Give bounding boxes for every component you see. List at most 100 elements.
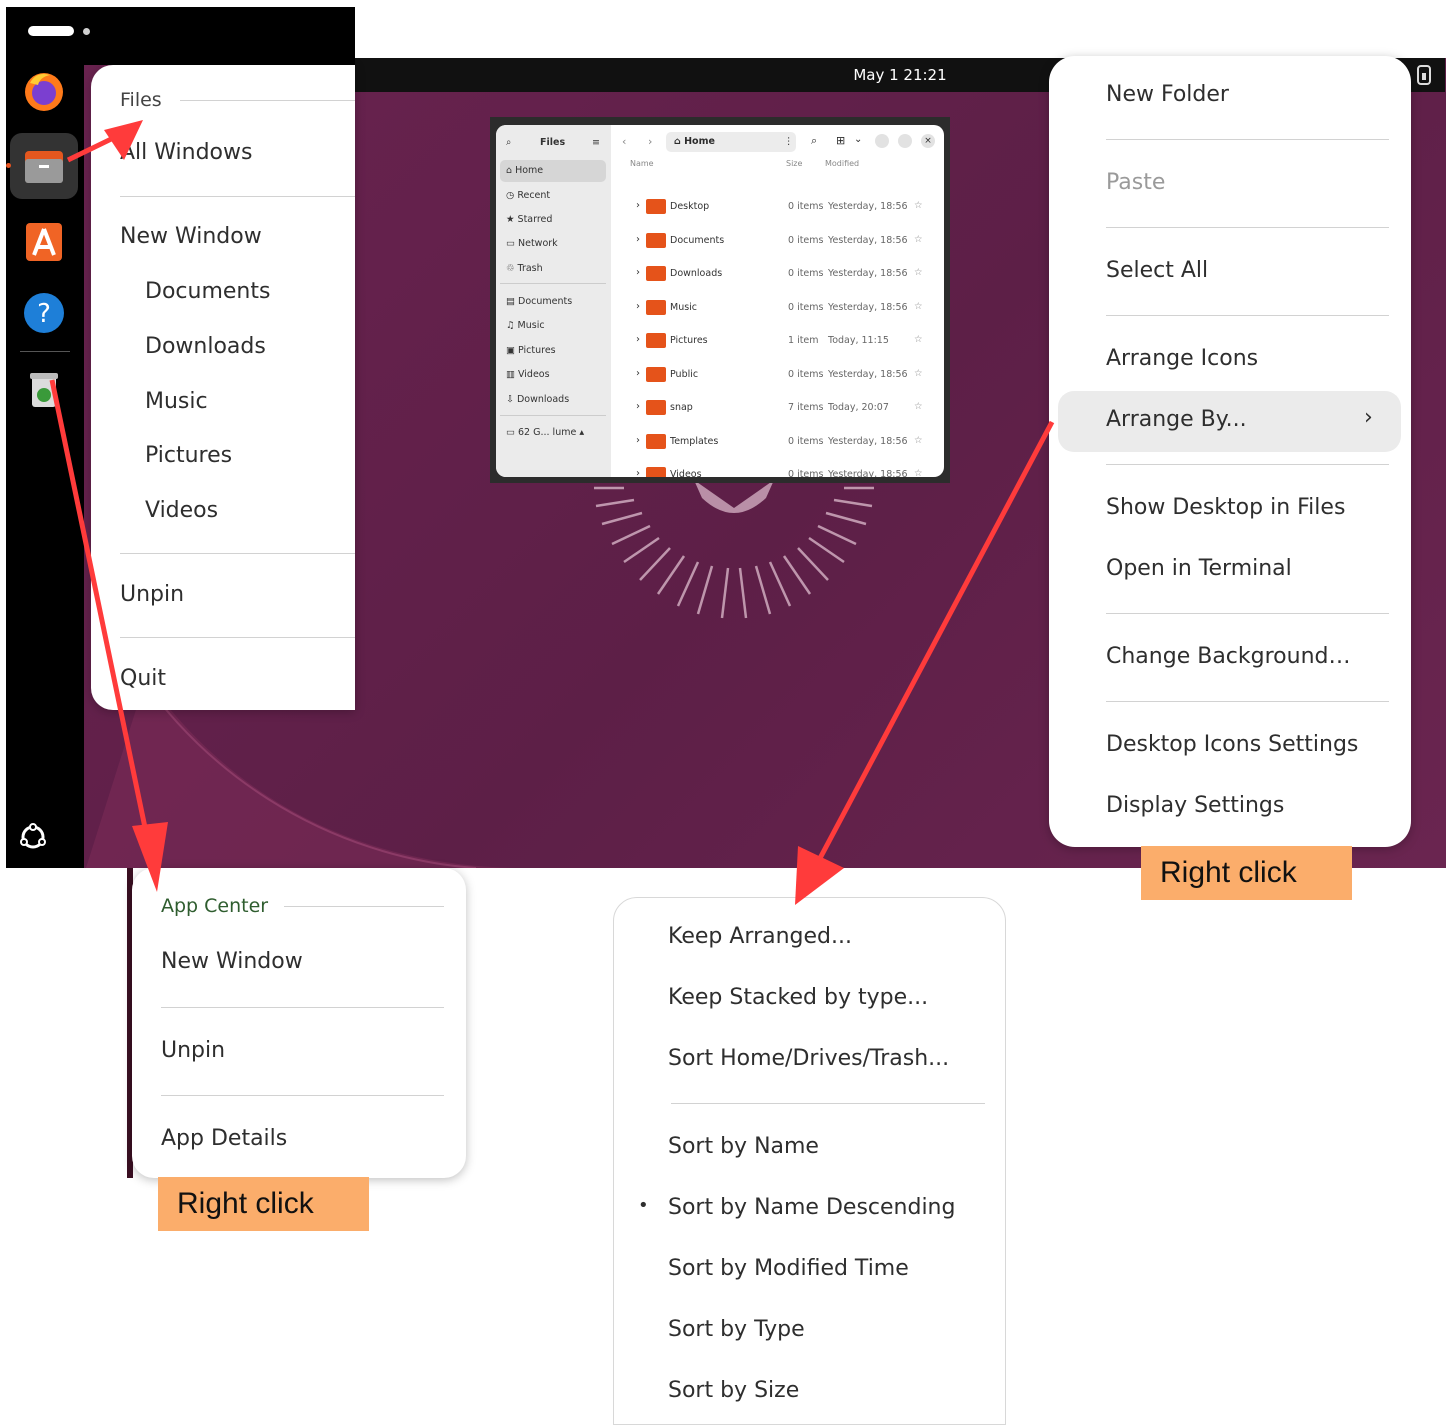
back-button[interactable]: ‹ [622,135,626,148]
star-icon[interactable]: ☆ [914,401,923,412]
sort-by-name-descending-item[interactable]: Sort by Name Descending [668,1195,955,1220]
star-icon[interactable]: ☆ [914,368,923,379]
column-name[interactable]: Name [630,159,654,168]
column-modified[interactable]: Modified [825,159,859,168]
sort-by-name-item[interactable]: Sort by Name [668,1134,819,1159]
menu-separator [120,637,355,638]
place-videos-item[interactable]: Videos [145,498,218,523]
sidebar-search-icon[interactable]: ⌕ [506,137,511,148]
sort-by-modified-time-item[interactable]: Sort by Modified Time [668,1256,909,1281]
files-icon[interactable] [22,145,66,189]
star-icon[interactable]: ☆ [914,468,923,477]
file-size: 1 item [788,335,819,346]
select-all-item[interactable]: Select All [1106,258,1208,283]
file-row[interactable]: › snap 7 items Today, 20:07 ☆ [636,398,926,418]
sidebar-item-music[interactable]: ♫ Music [506,320,545,331]
file-row[interactable]: › Documents 0 items Yesterday, 18:56 ☆ [636,231,926,251]
expand-chevron-icon[interactable]: › [636,368,640,379]
expand-chevron-icon[interactable]: › [636,267,640,278]
view-grid-icon[interactable]: ⊞ [836,134,845,147]
quit-item[interactable]: Quit [120,666,166,691]
expand-chevron-icon[interactable]: › [636,334,640,345]
file-name: Documents [670,234,725,246]
sidebar-item-home[interactable]: ⌂ Home [506,165,543,176]
menu-separator [1106,139,1389,140]
sort-by-type-item[interactable]: Sort by Type [668,1317,805,1342]
expand-chevron-icon[interactable]: › [636,200,640,211]
place-pictures-item[interactable]: Pictures [145,443,232,468]
star-icon[interactable]: ☆ [914,234,923,245]
paste-item[interactable]: Paste [1106,170,1165,195]
new-window-item[interactable]: New Window [161,949,303,974]
file-row[interactable]: › Templates 0 items Yesterday, 18:56 ☆ [636,432,926,452]
sort-by-size-item[interactable]: Sort by Size [668,1378,799,1403]
sidebar-item-pictures[interactable]: ▣ Pictures [506,345,556,356]
display-settings-item[interactable]: Display Settings [1106,793,1284,818]
column-size[interactable]: Size [786,159,802,168]
sidebar-item-recent[interactable]: ◷ Recent [506,190,550,201]
app-details-item[interactable]: App Details [161,1126,287,1151]
firefox-icon[interactable] [22,69,66,113]
desktop-icons-settings-item[interactable]: Desktop Icons Settings [1106,732,1358,757]
change-background-item[interactable]: Change Background… [1106,644,1350,669]
open-in-terminal-item[interactable]: Open in Terminal [1106,556,1292,581]
trash-icon[interactable] [22,367,66,411]
sidebar-item-downloads[interactable]: ⇩ Downloads [506,394,569,405]
expand-chevron-icon[interactable]: › [636,234,640,245]
unpin-item[interactable]: Unpin [120,582,184,607]
sidebar-item-starred[interactable]: ★ Starred [506,214,552,225]
sidebar-item-volume[interactable]: ▭ 62 G... lume ▴ [506,427,584,438]
file-row[interactable]: › Desktop 0 items Yesterday, 18:56 ☆ [636,197,926,217]
file-row[interactable]: › Downloads 0 items Yesterday, 18:56 ☆ [636,264,926,284]
sidebar-item-videos[interactable]: ▥ Videos [506,369,550,380]
file-row[interactable]: › Videos 0 items Yesterday, 18:56 ☆ [636,465,926,477]
expand-chevron-icon[interactable]: › [636,468,640,477]
arrange-icons-item[interactable]: Arrange Icons [1106,346,1258,371]
files-window[interactable]: ⌕ Files ≡ ⌂ Home ◷ Recent ★ Starred ▭ Ne… [490,117,950,483]
arrange-by-item[interactable]: Arrange By... › [1058,391,1401,452]
activities-indicator[interactable] [28,26,74,36]
help-icon[interactable]: ? [22,291,66,335]
forward-button[interactable]: › [648,135,652,148]
expand-chevron-icon[interactable]: › [636,301,640,312]
place-downloads-item[interactable]: Downloads [145,334,266,359]
file-name: Desktop [670,201,710,212]
star-icon[interactable]: ☆ [914,334,923,345]
app-center-icon[interactable] [22,219,66,263]
place-documents-item[interactable]: Documents [145,279,270,304]
minimize-button[interactable] [875,134,889,148]
star-icon[interactable]: ☆ [914,435,923,446]
path-bar[interactable]: ⌂ Home ⋮ [666,132,796,152]
unpin-item[interactable]: Unpin [161,1038,225,1063]
sidebar-menu-icon[interactable]: ≡ [592,137,600,148]
sidebar-item-documents[interactable]: ▤ Documents [506,296,572,307]
running-indicator [6,163,11,168]
sidebar-item-trash[interactable]: ♲ Trash [506,263,543,274]
keep-stacked-item[interactable]: Keep Stacked by type... [668,985,928,1010]
search-icon[interactable]: ⌕ [811,134,817,148]
new-window-item[interactable]: New Window [120,224,262,249]
expand-chevron-icon[interactable]: › [636,401,640,412]
sidebar-item-network[interactable]: ▭ Network [506,238,558,249]
file-row[interactable]: › Pictures 1 item Today, 11:15 ☆ [636,331,926,351]
expand-chevron-icon[interactable]: › [636,435,640,446]
star-icon[interactable]: ☆ [914,200,923,211]
battery-icon[interactable] [1417,65,1431,85]
all-windows-item[interactable]: All Windows [120,140,252,165]
file-row[interactable]: › Public 0 items Yesterday, 18:56 ☆ [636,365,926,385]
maximize-button[interactable] [898,134,912,148]
close-button[interactable]: × [921,134,935,148]
star-icon[interactable]: ☆ [914,301,923,312]
new-folder-item[interactable]: New Folder [1106,82,1229,107]
show-desktop-in-files-item[interactable]: Show Desktop in Files [1106,495,1345,520]
file-row[interactable]: › Music 0 items Yesterday, 18:56 ☆ [636,298,926,318]
star-icon[interactable]: ☆ [914,267,923,278]
view-options-icon[interactable]: ⌄ [854,134,862,145]
sort-home-drives-trash-item[interactable]: Sort Home/Drives/Trash... [668,1046,949,1071]
file-modified: Yesterday, 18:56 [828,268,908,279]
folder-icon [646,366,666,382]
keep-arranged-item[interactable]: Keep Arranged... [668,924,852,949]
show-apps-icon[interactable] [18,822,48,852]
place-music-item[interactable]: Music [145,389,208,414]
file-size: 0 items [788,301,824,313]
